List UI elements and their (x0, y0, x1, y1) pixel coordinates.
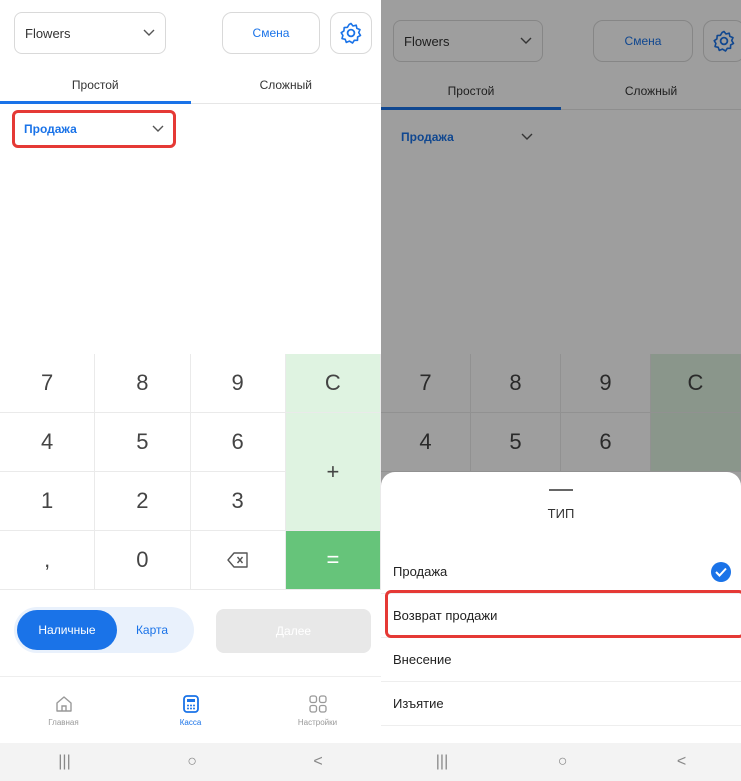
settings-button[interactable] (330, 12, 372, 54)
nav-settings[interactable]: Настройки (254, 677, 381, 743)
bottom-nav: Главная Касса Настройки (0, 676, 381, 743)
next-button[interactable]: Далее (216, 609, 371, 653)
system-nav-bar: ||| ○ < (0, 743, 381, 781)
payment-card-option[interactable]: Карта (117, 610, 187, 650)
chevron-down-icon (143, 29, 155, 36)
nav-home[interactable]: Главная (0, 677, 127, 743)
key-comma[interactable]: , (0, 531, 96, 590)
key-2[interactable]: 2 (95, 472, 191, 531)
recents-button[interactable]: ||| (58, 753, 70, 771)
calculator-icon (182, 694, 199, 713)
tab-simple[interactable]: Простой (0, 66, 191, 104)
home-button[interactable]: ○ (558, 753, 568, 771)
store-select[interactable]: Flowers (14, 12, 166, 54)
sheet-option-deposit[interactable]: Внесение (381, 638, 741, 682)
back-button[interactable]: < (313, 753, 322, 771)
sheet-option-label: Изъятие (393, 696, 444, 711)
tab-complex[interactable]: Сложный (191, 66, 382, 103)
mode-tabs: Простой Сложный (0, 66, 381, 104)
sheet-option-label: Продажа (393, 564, 448, 579)
nav-cashier-label: Касса (179, 717, 202, 727)
sheet-drag-handle[interactable] (549, 489, 573, 491)
key-7[interactable]: 7 (0, 354, 96, 413)
key-0[interactable]: 0 (95, 531, 191, 590)
system-nav-bar: ||| ○ < (381, 743, 741, 781)
key-5[interactable]: 5 (95, 413, 191, 472)
key-equals[interactable]: = (285, 531, 381, 590)
sheet-option-sale[interactable]: Продажа (381, 550, 741, 594)
nav-settings-label: Настройки (297, 717, 338, 727)
key-8[interactable]: 8 (95, 354, 191, 413)
key-4[interactable]: 4 (0, 413, 96, 472)
recents-button[interactable]: ||| (436, 753, 448, 771)
store-select-value: Flowers (25, 25, 71, 41)
key-6[interactable]: 6 (190, 413, 286, 472)
gear-icon (340, 22, 362, 44)
home-icon (55, 695, 72, 712)
sheet-option-withdrawal[interactable]: Изъятие (381, 682, 741, 726)
key-3[interactable]: 3 (190, 472, 286, 531)
back-button[interactable]: < (677, 753, 686, 771)
key-plus[interactable]: + (285, 413, 381, 531)
key-clear[interactable]: C (285, 354, 381, 413)
backspace-icon (226, 552, 248, 568)
payment-row: Наличные Карта Далее (0, 607, 381, 655)
payment-method-toggle: Наличные Карта (14, 607, 194, 653)
payment-cash-option[interactable]: Наличные (17, 610, 117, 650)
sheet-option-label: Внесение (393, 652, 452, 667)
home-button[interactable]: ○ (187, 753, 197, 771)
highlight-box (12, 110, 176, 148)
keypad: 7 8 9 C 4 5 6 + 1 2 3 , 0 = (0, 354, 381, 590)
check-icon (711, 561, 731, 582)
right-screen: Flowers Смена Простой Сложный Продажа 7 … (381, 0, 741, 781)
type-bottom-sheet: ТИП Продажа Возврат продажи Внесение Изъ… (381, 472, 741, 743)
backspace-key[interactable] (190, 531, 286, 590)
key-1[interactable]: 1 (0, 472, 96, 531)
sheet-title: ТИП (547, 506, 575, 521)
nav-home-label: Главная (48, 717, 79, 727)
highlight-box (385, 590, 741, 638)
shift-button[interactable]: Смена (222, 12, 320, 54)
top-bar: Flowers Смена (0, 0, 381, 66)
nav-cashier[interactable]: Касса (127, 677, 254, 743)
left-screen: Flowers Смена Простой Сложный Продажа 7 … (0, 0, 381, 781)
key-9[interactable]: 9 (190, 354, 286, 413)
grid-icon (308, 694, 327, 713)
